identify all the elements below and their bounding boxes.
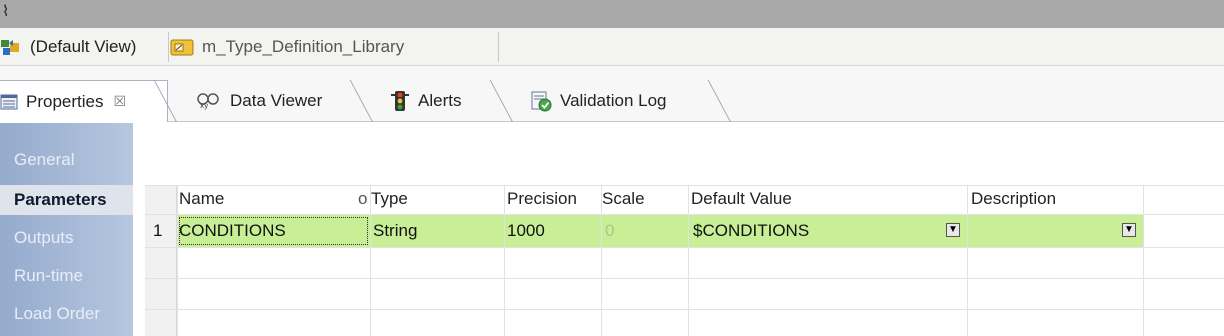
- column-header-precision[interactable]: Precision: [507, 185, 577, 213]
- default-view-icon: [0, 37, 22, 57]
- tab-divider: [349, 80, 373, 122]
- description-dropdown-icon[interactable]: ▼: [1122, 223, 1136, 237]
- tab-properties[interactable]: Properties ☒: [0, 80, 168, 122]
- column-header-scale[interactable]: Scale: [602, 185, 645, 213]
- column-divider: [504, 185, 505, 336]
- sidebar-item-general[interactable]: General: [14, 145, 74, 175]
- tab-divider: [489, 80, 513, 122]
- data-viewer-icon: xy: [196, 92, 222, 110]
- default-value-dropdown-icon[interactable]: ▼: [946, 223, 960, 237]
- breadcrumb: (Default View) m_Type_Definition_Library: [0, 28, 1224, 66]
- breadcrumb-default-view[interactable]: (Default View): [0, 28, 136, 66]
- svg-text:xy: xy: [200, 102, 208, 110]
- row-divider: [145, 185, 1224, 186]
- properties-icon: [0, 93, 18, 111]
- sidebar-item-load-order[interactable]: Load Order: [14, 299, 100, 329]
- breadcrumb-mapping[interactable]: m_Type_Definition_Library: [170, 28, 404, 66]
- row-divider: [145, 309, 1224, 310]
- cell-type[interactable]: String: [373, 215, 417, 247]
- validation-log-icon: [530, 90, 552, 112]
- tab-validation-log-label: Validation Log: [560, 91, 667, 110]
- row-divider: [145, 278, 1224, 279]
- cell-scale[interactable]: 0: [605, 215, 614, 247]
- tab-alerts[interactable]: Alerts: [390, 80, 461, 122]
- tab-data-viewer[interactable]: xy Data Viewer: [196, 80, 322, 122]
- column-header-description[interactable]: Description: [971, 185, 1056, 213]
- tab-alerts-label: Alerts: [418, 91, 462, 110]
- column-header-name[interactable]: Name: [179, 185, 224, 213]
- tab-divider: [707, 80, 731, 122]
- column-divider: [1143, 185, 1144, 336]
- sidebar-item-parameters[interactable]: Parameters: [0, 185, 133, 215]
- properties-sidebar: General Parameters Outputs Run-time Load…: [0, 123, 133, 336]
- breadcrumb-mapping-label: m_Type_Definition_Library: [202, 37, 405, 56]
- breadcrumb-default-view-label: (Default View): [30, 37, 137, 56]
- column-divider: [967, 185, 968, 336]
- parameters-table: Name o Type Precision Scale Default Valu…: [133, 123, 1224, 336]
- cell-default-value[interactable]: $CONDITIONS: [693, 215, 809, 247]
- column-header-type[interactable]: Type: [371, 185, 408, 213]
- close-icon[interactable]: ☒: [113, 93, 126, 110]
- tab-data-viewer-label: Data Viewer: [230, 91, 323, 110]
- alerts-icon: [390, 90, 410, 112]
- row-number-column: [145, 185, 177, 336]
- column-divider: [177, 185, 178, 336]
- column-header-order-marker: o: [358, 189, 368, 208]
- tab-properties-label: Properties: [26, 91, 104, 111]
- grip-handle-icon[interactable]: ⌇: [2, 2, 9, 22]
- sidebar-item-run-time[interactable]: Run-time: [14, 261, 83, 291]
- breadcrumb-divider: [168, 32, 169, 62]
- cell-name[interactable]: CONDITIONS: [177, 215, 370, 247]
- cell-precision[interactable]: 1000: [507, 215, 545, 247]
- column-divider: [688, 185, 689, 336]
- row-number: 1: [153, 221, 163, 240]
- tab-validation-log[interactable]: Validation Log: [530, 80, 667, 122]
- column-header-default-value[interactable]: Default Value: [691, 185, 792, 213]
- top-toolbar-strip: ⌇: [0, 0, 1224, 28]
- tab-strip: Properties ☒ xy Data Viewer Alerts Valid…: [0, 66, 1224, 122]
- folder-icon: [170, 37, 194, 57]
- sidebar-item-outputs[interactable]: Outputs: [14, 223, 74, 253]
- row-divider: [145, 247, 1224, 248]
- breadcrumb-divider: [498, 32, 499, 62]
